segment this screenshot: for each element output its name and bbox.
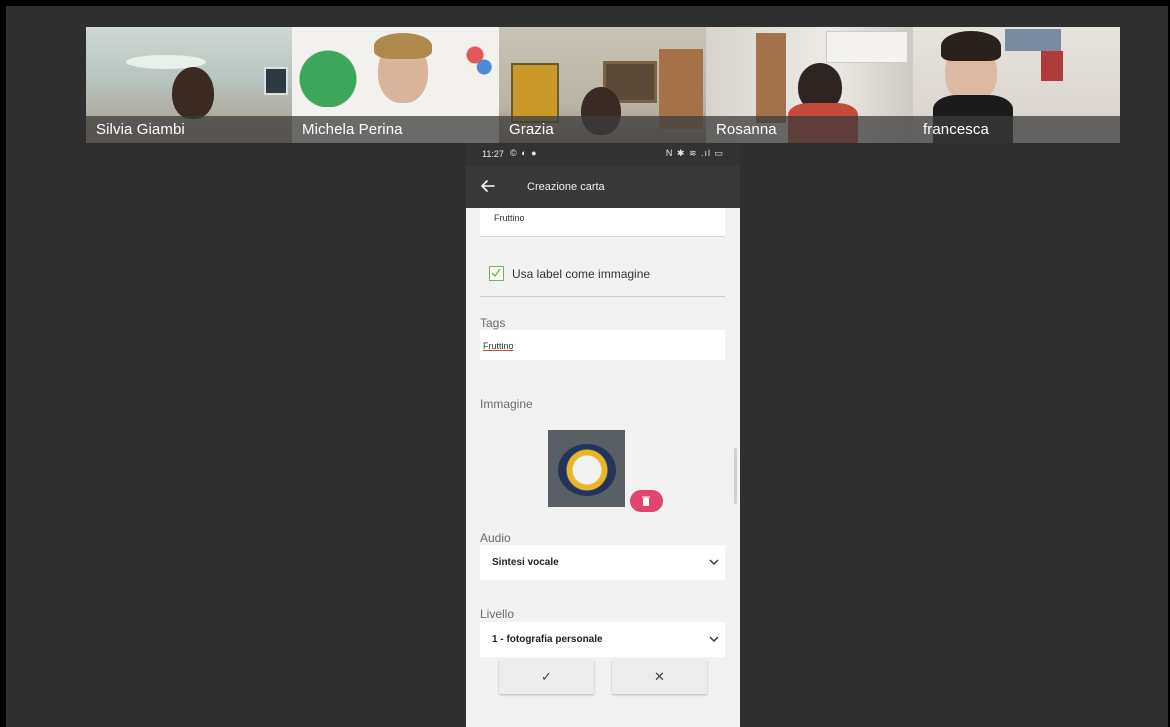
wall-picture [264,67,288,95]
status-time: 11:27 [482,149,504,159]
notification-icons: © ◐ ● [510,148,538,158]
participant-tile-3[interactable]: Grazia [499,27,706,143]
image-label: Immagine [480,397,533,411]
wall-photos [1005,29,1061,51]
wall-frame [1041,51,1063,81]
arrow-left-icon[interactable] [478,176,498,196]
participant-tile-1[interactable]: Silvia Giambi [86,27,292,143]
sunflower-painting [511,63,559,123]
delete-image-button[interactable] [630,490,663,512]
participant-strip: Silvia Giambi Michela Perina Grazia Rosa… [86,27,1120,143]
form-content: Fruttino Usa label come immagine Tags Fr… [466,208,740,727]
painted-handprints [452,35,498,75]
confirm-button[interactable]: ✓ [499,660,594,694]
system-status-icons: N ✱ ≋ .ıl ▭ [665,148,724,158]
checkmark-icon [491,268,501,278]
chevron-down-icon [709,636,719,642]
status-bar: 11:27 © ◐ ● N ✱ ≋ .ıl ▭ [466,143,740,166]
participant-name: Grazia [509,121,554,138]
yogurt-cup-image [558,444,616,496]
participant-tile-2[interactable]: Michela Perina [292,27,499,143]
audio-select[interactable]: Sintesi vocale [480,545,725,580]
label-field[interactable]: Fruttino [480,208,725,237]
participant-tile-5[interactable]: francesca [913,27,1120,143]
app-title: Creazione carta [527,181,605,193]
use-label-checkbox[interactable] [489,266,504,281]
level-selected-value: 1 - fotografia personale [492,634,603,645]
use-label-checkbox-label[interactable]: Usa label come immagine [512,267,650,281]
kitchen-cabinet [826,31,908,63]
level-select[interactable]: 1 - fotografia personale [480,622,725,657]
audio-label: Audio [480,531,511,545]
participant-tile-4[interactable]: Rosanna [706,27,913,143]
participant-hair [374,33,432,59]
participant-silhouette [172,67,214,119]
card-image-thumbnail[interactable] [548,430,625,507]
app-bar: Creazione carta [466,166,740,208]
participant-hair [941,31,1001,61]
tags-input[interactable]: Fruttino [480,330,725,360]
divider [480,296,725,297]
kitchen-door [756,33,786,123]
label-field-value: Fruttino [494,213,525,223]
trash-icon [642,496,650,506]
participant-name: Silvia Giambi [96,121,185,138]
scrollbar-thumb[interactable] [734,448,737,504]
shared-phone-screen: 11:27 © ◐ ● N ✱ ≋ .ıl ▭ Creazione carta … [466,143,740,727]
chevron-down-icon [709,559,719,565]
audio-selected-value: Sintesi vocale [492,557,559,568]
participant-name: Rosanna [716,121,777,138]
painted-caterpillar [292,37,382,107]
level-label: Livello [480,607,515,621]
participant-name: francesca [923,121,989,138]
participant-name: Michela Perina [302,121,403,138]
cancel-button[interactable]: ✕ [612,660,707,694]
tags-input-value: Fruttino [483,341,514,351]
tags-label: Tags [480,316,506,330]
